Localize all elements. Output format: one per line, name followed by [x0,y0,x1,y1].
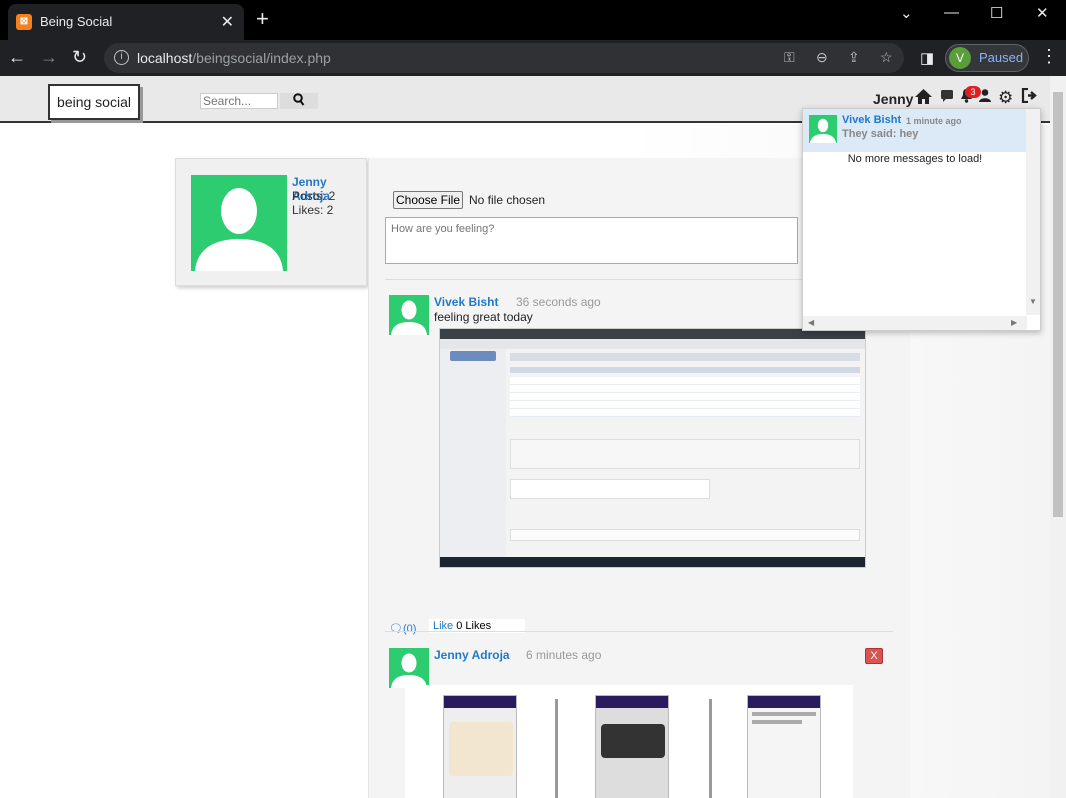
tab-search-icon[interactable]: ⌄ [900,4,913,22]
search-icon [293,93,305,106]
comments-link[interactable]: 🗨(0) [389,622,416,635]
message-preview: They said: hey [842,128,919,140]
home-icon[interactable] [914,88,933,110]
file-status: No file chosen [469,193,546,207]
share-icon[interactable]: ⇪ [848,49,860,66]
back-icon[interactable]: ← [8,47,26,68]
settings-gear-icon[interactable]: ⚙ [998,88,1013,108]
profile-posts-count: Posts: 2 [292,189,336,203]
profile-status: Paused [979,50,1024,65]
post-author-link[interactable]: Vivek Bisht [434,295,498,309]
comment-bubble-icon: 🗨 [389,623,403,635]
address-bar[interactable]: i localhost/beingsocial/index.php ⚿ ⊖ ⇪ … [104,43,904,73]
choose-file-button[interactable]: Choose File [393,191,463,209]
dropdown-vertical-scrollbar[interactable]: ▼ [1026,109,1040,315]
post-timestamp: 36 seconds ago [516,295,601,309]
forward-icon[interactable]: → [40,47,58,68]
maximize-icon[interactable]: ☐ [990,4,1003,22]
post-image[interactable] [405,685,853,798]
minimize-icon[interactable]: — [944,4,959,21]
message-sender: Vivek Bisht [842,114,902,126]
key-icon[interactable]: ⚿ [784,49,795,66]
friend-requests-icon[interactable] [978,88,992,108]
zoom-icon[interactable]: ⊖ [816,49,828,66]
logout-icon[interactable] [1021,87,1039,108]
page-scrollbar[interactable] [1050,76,1066,798]
post-text: feeling great today [434,310,533,324]
profile-likes-count: Likes: 2 [292,203,334,217]
message-item[interactable]: Vivek Bisht 1 minute ago They said: hey [803,109,1027,152]
post-image[interactable] [439,328,866,568]
delete-post-button[interactable]: X [865,648,883,664]
scroll-left-icon[interactable]: ◀ [808,318,814,327]
post-author-avatar[interactable] [389,648,429,688]
window-close-icon[interactable]: ✕ [1036,4,1049,22]
site-info-icon[interactable]: i [114,50,129,65]
post-author-link[interactable]: Jenny Adroja [434,648,510,662]
search-input[interactable] [200,93,278,109]
post-textarea[interactable] [385,217,798,264]
post-timestamp: 6 minutes ago [526,648,602,662]
browser-toolbar: ← → ↻ i localhost/beingsocial/index.php … [0,40,1066,76]
divider [385,631,893,632]
page-scrollbar-thumb[interactable] [1053,92,1063,517]
bookmark-star-icon[interactable]: ☆ [880,49,893,66]
current-user-link[interactable]: Jenny [873,91,913,107]
search-button[interactable] [280,93,318,109]
new-tab-icon[interactable]: + [256,8,269,30]
url-text: localhost/beingsocial/index.php [137,50,331,66]
message-sender-avatar [809,115,837,143]
xampp-favicon-icon: ⊠ [16,14,32,30]
profile-card: Jenny Adroja Posts: 2 Likes: 2 [175,158,367,286]
scroll-right-icon[interactable]: ▶ [1011,318,1017,327]
browser-menu-icon[interactable]: ⋮ [1040,46,1058,67]
post-item: Vivek Bisht 36 seconds ago feeling great… [385,295,893,635]
browser-tab-strip: ⊠ Being Social ✕ + ⌄ — ☐ ✕ [0,0,1066,40]
no-more-messages: No more messages to load! [847,153,983,165]
messages-icon[interactable] [940,88,955,108]
message-time: 1 minute ago [906,116,962,126]
messages-dropdown: Vivek Bisht 1 minute ago They said: hey … [802,108,1041,331]
tab-title: Being Social [40,14,113,29]
reload-icon[interactable]: ↻ [72,47,87,68]
profile-avatar: V [949,47,971,69]
profile-button[interactable]: V Paused [945,44,1029,72]
scroll-down-icon[interactable]: ▼ [1029,297,1037,306]
close-tab-icon[interactable]: ✕ [221,12,234,32]
side-panel-icon[interactable]: ◨ [920,49,934,67]
profile-avatar-image[interactable] [191,175,287,271]
site-logo[interactable]: being social [48,84,140,120]
post-item: Jenny Adroja 6 minutes ago X [385,648,893,798]
page-viewport: being social Jenny 3 ⚙ Jenny Adroja Post… [0,76,1066,798]
browser-tab[interactable]: ⊠ Being Social ✕ [8,4,244,40]
dropdown-horizontal-scrollbar[interactable]: ◀ ▶ [803,316,1027,330]
post-author-avatar[interactable] [389,295,429,335]
